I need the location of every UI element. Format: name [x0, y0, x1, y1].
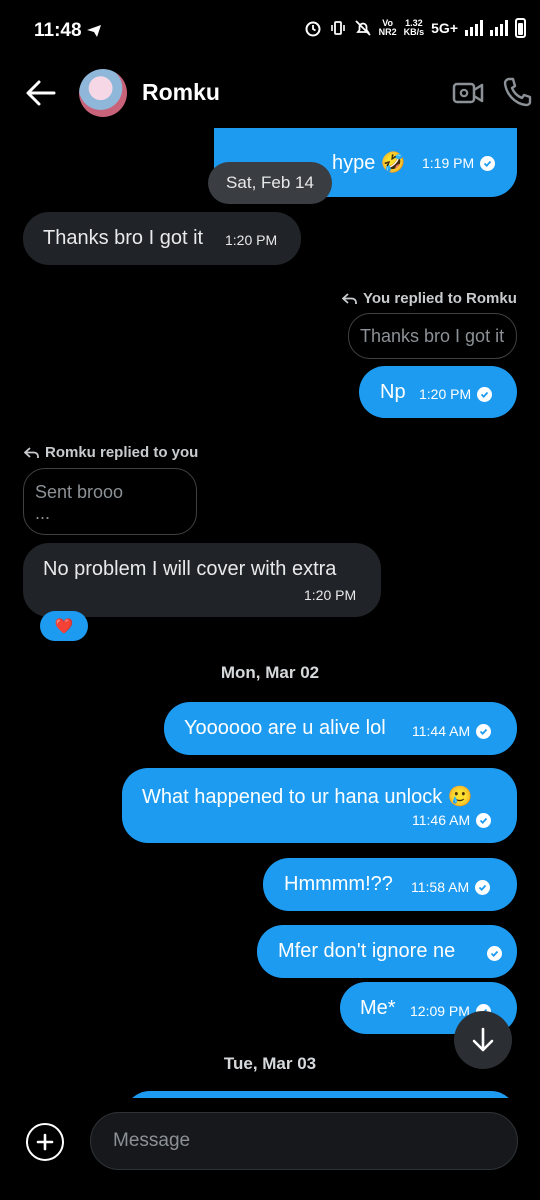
floating-date-pill: Sat, Feb 14	[208, 162, 332, 204]
status-icons: Vo NR2 1.32 KB/s 5G+	[304, 18, 526, 38]
network-speed: 1.32 KB/s	[403, 18, 425, 37]
heart-icon: ❤️	[54, 618, 74, 635]
outgoing-message[interactable]: Np 1:20 PM	[359, 366, 517, 418]
avatar[interactable]	[79, 69, 127, 117]
network-type: 5G+	[431, 20, 458, 36]
add-media-button[interactable]	[26, 1123, 64, 1161]
signal-1-icon	[465, 20, 483, 36]
message-text: Np	[380, 381, 406, 403]
contact-name[interactable]: Romku	[142, 79, 220, 106]
plus-icon	[36, 1133, 54, 1151]
reply-context: You replied to Romku	[342, 290, 517, 307]
video-call-icon[interactable]	[452, 78, 484, 108]
message-text: Yoooooo are u alive lol	[184, 717, 386, 739]
battery-icon	[515, 18, 526, 38]
message-text: What happened to ur hana unlock 🥲	[142, 786, 473, 808]
message-text: No problem I will cover with extra	[43, 558, 337, 580]
sent-check-icon	[475, 879, 491, 895]
reply-arrow-icon	[24, 446, 39, 458]
incoming-message[interactable]: No problem I will cover with extra 1:20 …	[23, 543, 381, 617]
outgoing-message[interactable]: Yoooooo are u alive lol 11:44 AM	[164, 702, 517, 755]
quoted-message[interactable]: Thanks bro I got it	[348, 313, 517, 359]
reply-arrow-icon	[342, 292, 357, 304]
message-meta: 1:20 PM	[419, 386, 493, 402]
message-text: hype 🤣	[332, 152, 406, 174]
sent-check-icon	[477, 386, 493, 402]
message-text: Mfer don't ignore ne	[278, 940, 456, 962]
vibrate-icon	[330, 21, 345, 35]
message-meta: 11:44 AM	[412, 723, 492, 739]
incoming-message[interactable]: Thanks bro I got it 1:20 PM	[23, 212, 301, 265]
date-separator: Mon, Mar 02	[220, 663, 320, 682]
telegram-icon	[87, 25, 101, 37]
arrow-down-icon	[472, 1027, 494, 1052]
mute-bell-icon	[354, 20, 371, 36]
message-list[interactable]: hype 🤣 1:19 PM Sat, Feb 14 Thanks bro I …	[0, 128, 540, 1098]
message-meta: 11:58 AM	[411, 879, 491, 895]
sent-check-icon	[480, 155, 496, 171]
outgoing-message[interactable]: What happened to ur hana unlock 🥲 11:46 …	[122, 768, 517, 843]
composer	[0, 1098, 540, 1200]
outgoing-message[interactable]	[124, 1091, 517, 1098]
quoted-message[interactable]: Sent brooo ...	[23, 468, 197, 535]
message-time: 1:20 PM	[225, 232, 278, 248]
reply-context: Romku replied to you	[24, 444, 198, 461]
status-bar: 11:48 Vo NR2 1.32 KB/s 5G+	[0, 0, 540, 62]
outgoing-message[interactable]: Hmmmm!?? 11:58 AM	[263, 858, 517, 911]
chat-header: Romku	[0, 62, 540, 128]
reaction-badge[interactable]: ❤️	[40, 611, 88, 641]
signal-2-icon	[490, 20, 508, 36]
sent-check-icon	[476, 812, 492, 828]
message-input[interactable]	[90, 1112, 518, 1170]
message-text: Me*	[360, 997, 396, 1019]
back-arrow-icon[interactable]	[24, 78, 58, 108]
message-text: Hmmmm!??	[284, 873, 393, 895]
message-time: 1:20 PM	[304, 587, 357, 603]
volte-indicator: Vo NR2	[378, 18, 397, 37]
alarm-icon	[305, 21, 321, 37]
message-text: Thanks bro I got it	[43, 227, 204, 249]
scroll-to-bottom-button[interactable]	[454, 1011, 512, 1069]
message-meta: 11:46 AM	[412, 812, 492, 828]
outgoing-message[interactable]: Mfer don't ignore ne	[257, 925, 517, 978]
message-meta	[481, 946, 502, 961]
status-time: 11:48	[34, 20, 82, 41]
message-meta: 1:19 PM	[422, 155, 496, 171]
sent-check-icon	[476, 723, 492, 739]
phone-icon[interactable]	[502, 76, 532, 108]
sent-check-icon	[487, 946, 502, 961]
